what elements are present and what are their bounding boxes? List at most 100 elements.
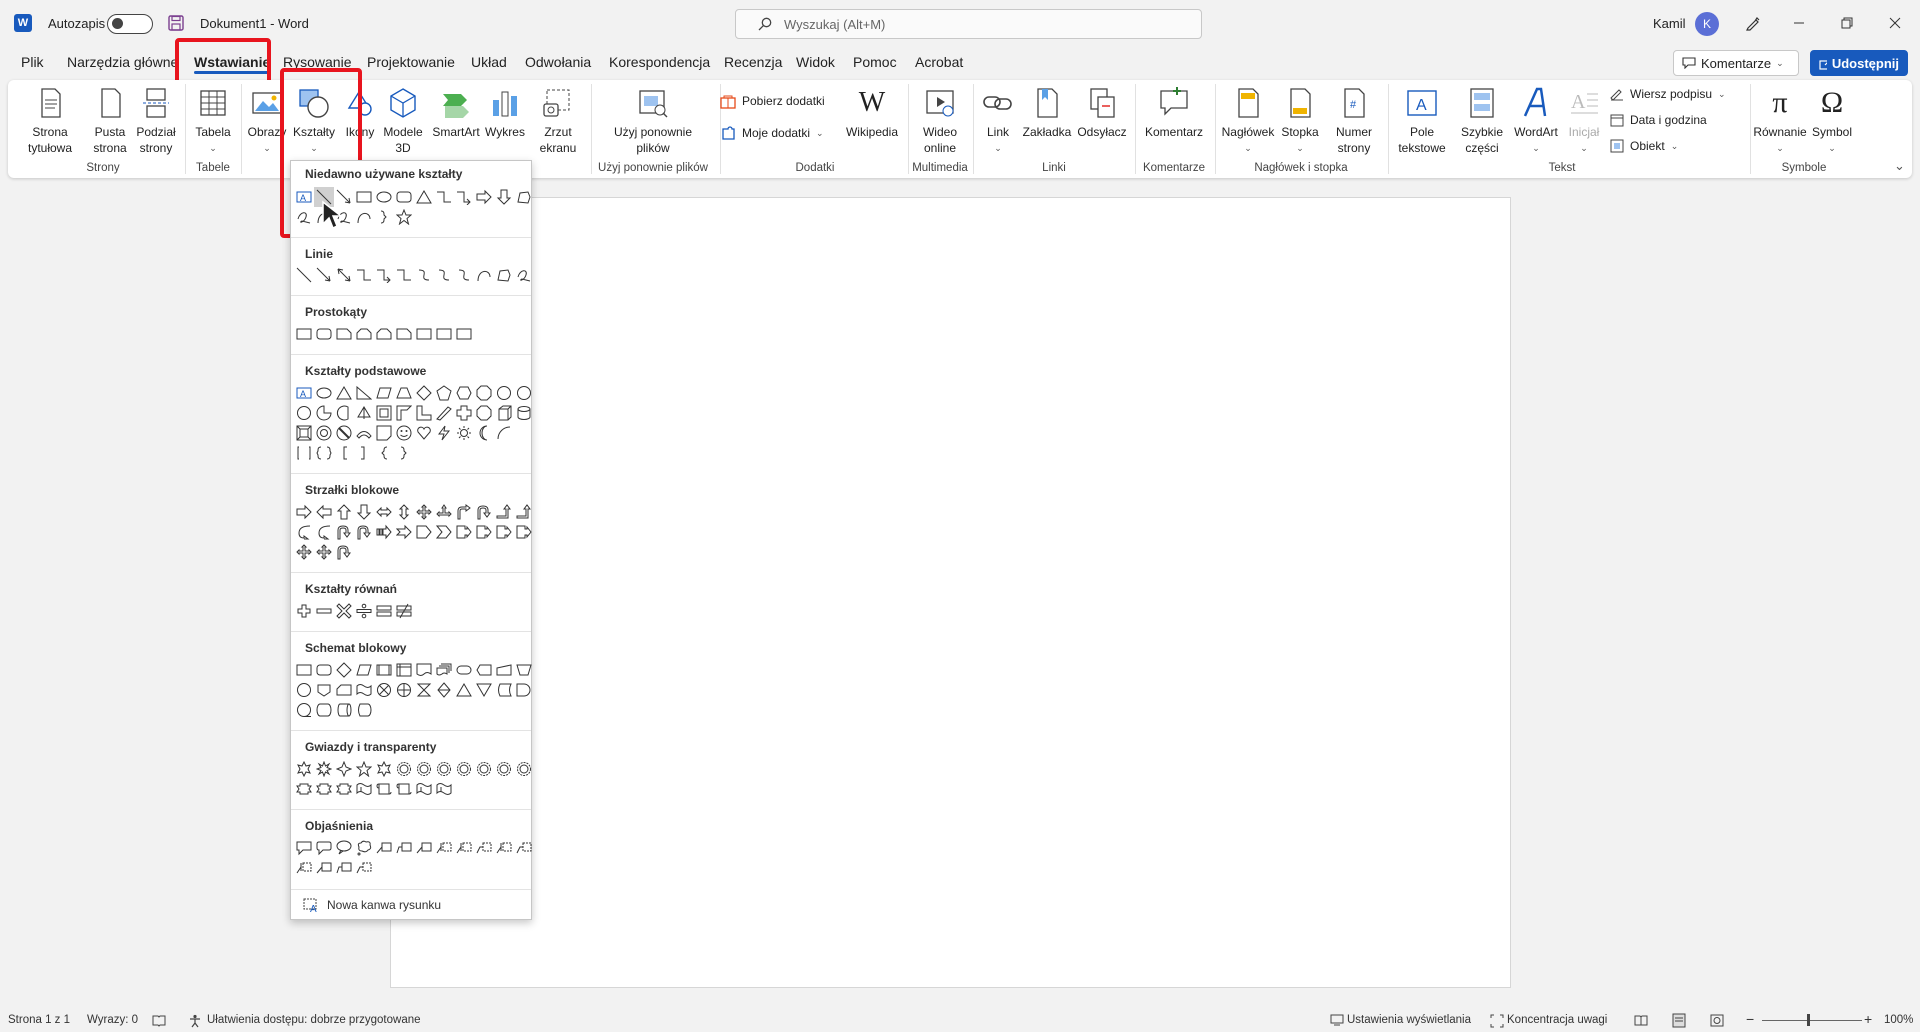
shape-oc-icon[interactable] <box>474 403 494 423</box>
cover-page-button[interactable]: Strona tytułowa <box>20 86 80 156</box>
shape-pa-icon[interactable] <box>314 403 334 423</box>
object-button[interactable]: Obiekt ⌄ <box>1610 138 1678 154</box>
document-page[interactable] <box>390 197 1511 988</box>
shape-pe-icon[interactable] <box>434 383 454 403</box>
shape-bn-icon[interactable] <box>334 779 354 799</box>
shape-sc-icon[interactable] <box>294 207 314 227</box>
shape-re-icon[interactable] <box>294 660 314 680</box>
shape-bw-icon[interactable] <box>354 779 374 799</box>
shape-tz-icon[interactable] <box>394 383 414 403</box>
shape-c8-icon[interactable] <box>474 838 494 858</box>
shape-ci-icon[interactable] <box>294 680 314 700</box>
shape-a4-icon[interactable] <box>314 542 334 562</box>
shape-ch-icon[interactable] <box>334 403 354 423</box>
shape-lc-icon[interactable] <box>374 443 394 463</box>
wikipedia-button[interactable]: W Wikipedia <box>840 86 904 140</box>
shape-fSj-icon[interactable] <box>374 680 394 700</box>
proofing-icon[interactable] <box>152 1014 166 1027</box>
page-count[interactable]: Strona 1 z 1 <box>8 1014 70 1026</box>
shape-sg-icon[interactable] <box>474 759 494 779</box>
shape-dg-icon[interactable] <box>434 403 454 423</box>
shape-re-icon[interactable] <box>354 187 374 207</box>
shape-c3-icon[interactable] <box>334 838 354 858</box>
shape-ca-icon[interactable] <box>514 522 534 542</box>
shape-tr-icon[interactable] <box>334 383 354 403</box>
shape-fOf-icon[interactable] <box>314 680 334 700</box>
tab-acrobat[interactable]: Acrobat <box>915 54 963 70</box>
page-break-button[interactable]: Podział strony <box>131 86 181 156</box>
shape-dn-icon[interactable] <box>314 423 334 443</box>
shape-cc-icon[interactable] <box>354 207 374 227</box>
shape-ea-icon[interactable] <box>374 265 394 285</box>
zoom-slider-thumb[interactable] <box>1807 1014 1810 1026</box>
shape-bn-icon[interactable] <box>294 779 314 799</box>
table-button[interactable]: Tabela ⌄ <box>188 86 238 156</box>
shape-c7-icon[interactable] <box>294 858 314 878</box>
shape-fSt-icon[interactable] <box>294 700 314 720</box>
shape-cu-icon[interactable] <box>454 265 474 285</box>
shape-bv-icon[interactable] <box>294 423 314 443</box>
display-settings[interactable]: Ustawienia wyświetlania <box>1347 1014 1471 1026</box>
shape-fm-icon[interactable] <box>374 403 394 423</box>
shape-c1-icon[interactable] <box>294 838 314 858</box>
shape-sg-icon[interactable] <box>414 759 434 779</box>
zoom-level[interactable]: 100% <box>1884 1014 1913 1026</box>
shape-a3-icon[interactable] <box>434 502 454 522</box>
shape-hx-icon[interactable] <box>454 383 474 403</box>
shape-pg-icon[interactable] <box>354 660 374 680</box>
shape-a4-icon[interactable] <box>414 502 434 522</box>
shape-hf-icon[interactable] <box>394 403 414 423</box>
shape-bc-icon[interactable] <box>314 443 334 463</box>
shape-fEx-icon[interactable] <box>454 680 474 700</box>
shape-di-icon[interactable] <box>334 660 354 680</box>
3d-models-button[interactable]: Modele 3D <box>378 86 428 156</box>
wordart-button[interactable]: WordArt ⌄ <box>1510 86 1562 156</box>
shape-tb-icon[interactable]: A <box>294 187 314 207</box>
shape-st-icon[interactable] <box>354 759 374 779</box>
shape-fr-icon[interactable] <box>514 187 534 207</box>
cross-reference-button[interactable]: Odsyłacz <box>1074 86 1130 140</box>
shape-r1-icon[interactable] <box>394 324 414 344</box>
shape-pl-icon[interactable] <box>454 403 474 423</box>
blank-page-button[interactable]: Pusta strona <box>85 86 135 156</box>
shape-fDi-icon[interactable] <box>314 700 334 720</box>
shape-el-icon[interactable] <box>354 265 374 285</box>
print-layout-icon[interactable] <box>1672 1013 1686 1028</box>
shape-rr-icon[interactable] <box>394 187 414 207</box>
restore-icon[interactable] <box>1836 12 1858 34</box>
shape-ov-icon[interactable] <box>374 187 394 207</box>
pen-icon[interactable] <box>1742 12 1764 34</box>
shape-eM-icon[interactable] <box>314 601 334 621</box>
shape-aB-icon[interactable] <box>454 502 474 522</box>
comments-button[interactable]: Komentarze ⌄ <box>1673 50 1799 76</box>
shape-rr-icon[interactable] <box>314 324 334 344</box>
shape-c6-icon[interactable] <box>334 858 354 878</box>
shape-ar-icon[interactable] <box>494 423 514 443</box>
shape-c5-icon[interactable] <box>314 858 334 878</box>
shape-fPr-icon[interactable] <box>474 660 494 680</box>
shape-pg-icon[interactable] <box>374 383 394 403</box>
minimize-icon[interactable] <box>1788 12 1810 34</box>
shape-st-icon[interactable] <box>394 207 414 227</box>
save-icon[interactable] <box>168 15 184 31</box>
shape-r2-icon[interactable] <box>354 324 374 344</box>
tab-narzedzia-glowne[interactable]: Narzędzia główne <box>67 54 178 70</box>
shape-aT-icon[interactable] <box>354 522 374 542</box>
shape-fI-icon[interactable] <box>394 660 414 680</box>
shape-rr-icon[interactable] <box>314 660 334 680</box>
date-time-button[interactable]: Data i godzina <box>1610 112 1707 128</box>
tab-widok[interactable]: Widok <box>796 54 835 70</box>
focus-mode[interactable]: Koncentracja uwagi <box>1507 1014 1607 1026</box>
shape-c5-icon[interactable] <box>414 838 434 858</box>
shape-re-icon[interactable] <box>434 324 454 344</box>
shape-c8-icon[interactable] <box>354 858 374 878</box>
shape-aT-icon[interactable] <box>334 522 354 542</box>
shape-bw-icon[interactable] <box>434 779 454 799</box>
shape-eP-icon[interactable] <box>294 601 314 621</box>
shape-sr-icon[interactable] <box>394 779 414 799</box>
shape-aCv-icon[interactable] <box>314 522 334 542</box>
shape-aD-icon[interactable] <box>494 187 514 207</box>
shape-el-icon[interactable] <box>394 265 414 285</box>
shape-ht-icon[interactable] <box>414 423 434 443</box>
comment-button[interactable]: Komentarz <box>1138 86 1210 140</box>
